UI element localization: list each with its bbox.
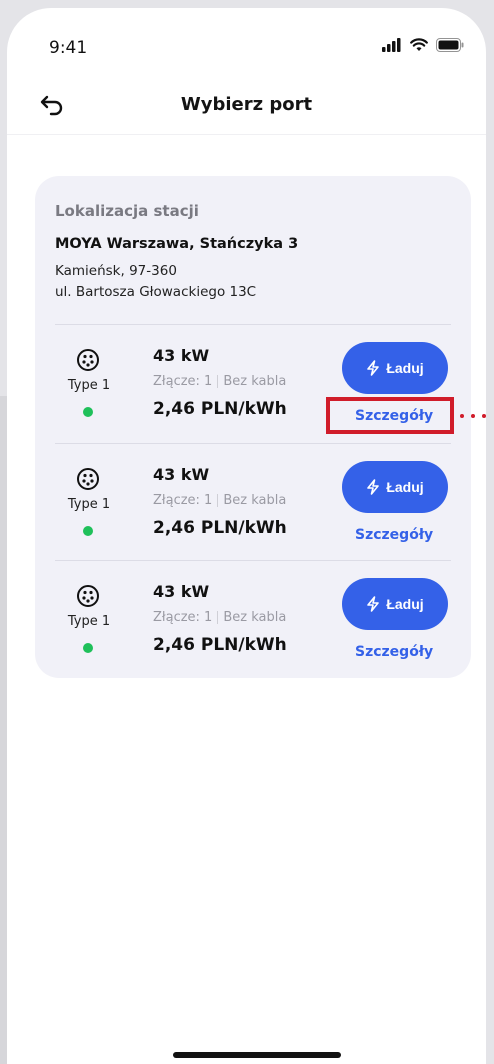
power-value: 43 kW bbox=[153, 582, 210, 601]
signal-icon bbox=[382, 38, 401, 52]
location-label: Lokalizacja stacji bbox=[55, 202, 199, 220]
divider bbox=[55, 443, 451, 444]
separator bbox=[217, 375, 219, 388]
details-link[interactable]: Szczegóły bbox=[355, 644, 433, 660]
charge-label: Ładuj bbox=[386, 596, 424, 612]
nav-bar: Wybierz port bbox=[7, 78, 486, 135]
charge-button[interactable]: Ładuj bbox=[342, 461, 448, 513]
cable-info: Bez kabla bbox=[223, 610, 287, 625]
divider bbox=[55, 324, 451, 325]
port-row: Type 1 43 kW Złącze: 1 Bez kabla 2,46 PLN… bbox=[35, 447, 471, 563]
connector-type: Type 1 bbox=[67, 497, 111, 512]
connector-info: Złącze: 1 Bez kabla bbox=[153, 374, 286, 389]
type1-connector-icon bbox=[77, 468, 99, 490]
status-time: 9:41 bbox=[49, 38, 88, 58]
station-name: MOYA Warszawa, Stańczyka 3 bbox=[55, 236, 299, 252]
cable-info: Bez kabla bbox=[223, 374, 287, 389]
connector-count: Złącze: 1 bbox=[153, 610, 213, 625]
price: 2,46 PLN/kWh bbox=[153, 635, 287, 655]
details-link[interactable]: Szczegóły bbox=[355, 527, 433, 543]
type1-connector-icon bbox=[77, 349, 99, 371]
status-bar: 9:41 bbox=[7, 8, 486, 78]
availability-dot bbox=[83, 526, 93, 536]
price: 2,46 PLN/kWh bbox=[153, 518, 287, 538]
charge-label: Ładuj bbox=[386, 360, 424, 376]
cable-info: Bez kabla bbox=[223, 493, 287, 508]
background-shade bbox=[0, 396, 7, 1064]
phone-screen: 9:41 Wybierz port Lokalizacja stacji MOY… bbox=[7, 8, 486, 1064]
annotation-dots bbox=[460, 414, 486, 418]
annotation-highlight-box bbox=[326, 397, 454, 434]
connector-count: Złącze: 1 bbox=[153, 374, 213, 389]
availability-dot bbox=[83, 407, 93, 417]
connector-info: Złącze: 1 Bez kabla bbox=[153, 493, 286, 508]
type1-connector-icon bbox=[77, 585, 99, 607]
lightning-bolt-icon bbox=[367, 479, 380, 495]
price: 2,46 PLN/kWh bbox=[153, 399, 287, 419]
wifi-icon bbox=[410, 38, 428, 51]
power-value: 43 kW bbox=[153, 465, 210, 484]
charge-label: Ładuj bbox=[386, 479, 424, 495]
station-street: ul. Bartosza Głowackiego 13C bbox=[55, 284, 257, 300]
separator bbox=[217, 611, 219, 624]
port-row: Type 1 43 kW Złącze: 1 Bez kabla 2,46 PLN… bbox=[35, 564, 471, 680]
divider bbox=[55, 560, 451, 561]
page-title: Wybierz port bbox=[180, 94, 313, 115]
availability-dot bbox=[83, 643, 93, 653]
home-indicator bbox=[173, 1052, 341, 1058]
battery-icon bbox=[436, 38, 464, 52]
connector-count: Złącze: 1 bbox=[153, 493, 213, 508]
station-city: Kamieńsk, 97-360 bbox=[55, 263, 177, 279]
connector-info: Złącze: 1 Bez kabla bbox=[153, 610, 286, 625]
connector-type: Type 1 bbox=[67, 614, 111, 629]
lightning-bolt-icon bbox=[367, 360, 380, 376]
separator bbox=[217, 494, 219, 507]
connector-type: Type 1 bbox=[67, 378, 111, 393]
status-icons bbox=[382, 38, 464, 52]
charge-button[interactable]: Ładuj bbox=[342, 342, 448, 394]
charge-button[interactable]: Ładuj bbox=[342, 578, 448, 630]
lightning-bolt-icon bbox=[367, 596, 380, 612]
power-value: 43 kW bbox=[153, 346, 210, 365]
